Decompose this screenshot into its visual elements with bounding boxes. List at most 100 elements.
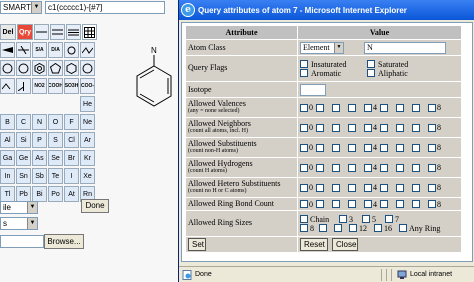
checkbox[interactable]	[300, 200, 308, 208]
ring-size-option[interactable]: Any Ring	[399, 224, 440, 233]
element-button[interactable]: P	[32, 132, 47, 148]
element-button[interactable]: Si	[16, 132, 31, 148]
checkbox[interactable]	[428, 103, 436, 112]
checkbox[interactable]	[428, 123, 436, 132]
checkbox[interactable]	[374, 224, 382, 232]
checkbox[interactable]	[334, 224, 342, 232]
checkbox[interactable]	[348, 123, 356, 132]
single-aromatic-button[interactable]: S/A	[32, 42, 47, 58]
count-option[interactable]: 4	[364, 163, 378, 172]
count-option[interactable]	[412, 123, 426, 132]
checkbox[interactable]	[412, 123, 420, 132]
file-type-select[interactable]: s ▼	[0, 217, 38, 230]
chain-bond-icon[interactable]	[80, 42, 95, 58]
query-button[interactable]: Qry	[17, 24, 33, 40]
double-bond-icon[interactable]	[50, 24, 65, 40]
checkbox[interactable]	[300, 60, 308, 68]
checkbox[interactable]	[396, 123, 404, 132]
checkbox[interactable]	[367, 60, 375, 68]
checkbox[interactable]	[316, 143, 324, 152]
checkbox[interactable]	[316, 183, 324, 192]
element-button[interactable]: Te	[48, 168, 63, 184]
checkbox[interactable]	[316, 200, 324, 208]
cyclobutane-icon[interactable]	[16, 60, 31, 76]
checkbox[interactable]	[380, 183, 388, 192]
checkbox[interactable]	[316, 163, 324, 172]
checkbox[interactable]	[332, 183, 340, 192]
checkbox[interactable]	[380, 103, 388, 112]
count-option[interactable]	[396, 183, 410, 192]
checkbox[interactable]	[300, 69, 308, 77]
count-option[interactable]: 0	[300, 183, 314, 192]
element-button[interactable]: Tl	[0, 186, 15, 202]
count-option[interactable]: 0	[300, 123, 314, 132]
count-option[interactable]	[348, 183, 362, 192]
checkbox[interactable]	[339, 215, 347, 223]
checkbox[interactable]	[348, 163, 356, 172]
checkbox[interactable]	[300, 103, 308, 112]
count-option[interactable]	[332, 183, 346, 192]
element-button[interactable]: Se	[48, 150, 63, 166]
count-option[interactable]	[380, 183, 394, 192]
sulfonic-button[interactable]: SO3H	[64, 78, 79, 94]
count-option[interactable]	[348, 103, 362, 112]
count-option[interactable]	[348, 123, 362, 132]
element-button[interactable]: Br	[64, 150, 79, 166]
checkbox[interactable]	[364, 143, 372, 152]
count-option[interactable]	[332, 123, 346, 132]
element-button[interactable]: B	[0, 114, 15, 130]
element-button[interactable]: Cl	[64, 132, 79, 148]
checkbox[interactable]	[412, 200, 420, 208]
query-flag-saturated[interactable]: Saturated	[367, 60, 408, 69]
cyclopropane-icon[interactable]	[0, 60, 15, 76]
smarts-format-select[interactable]: SMARTS ▼	[0, 0, 42, 14]
cross-bond-icon[interactable]	[16, 42, 31, 58]
checkbox[interactable]	[348, 143, 356, 152]
checkbox[interactable]	[364, 103, 372, 112]
checkbox[interactable]	[319, 224, 327, 232]
checkbox[interactable]	[396, 183, 404, 192]
ring-size-option[interactable]: 12	[349, 224, 371, 233]
count-option[interactable]	[332, 103, 346, 112]
count-option[interactable]	[412, 163, 426, 172]
checkbox[interactable]	[300, 143, 308, 152]
chain-icon[interactable]	[0, 78, 15, 94]
ring-size-option[interactable]: 5	[362, 215, 382, 224]
count-option[interactable]	[348, 163, 362, 172]
checkbox[interactable]	[362, 215, 370, 223]
count-option[interactable]: 0	[300, 143, 314, 152]
checkbox[interactable]	[316, 103, 324, 112]
ring-size-option[interactable]	[334, 224, 346, 233]
count-option[interactable]	[380, 143, 394, 152]
count-option[interactable]	[316, 183, 330, 192]
element-button[interactable]: Pb	[16, 186, 31, 202]
element-button[interactable]: Ge	[16, 150, 31, 166]
count-option[interactable]: 0	[300, 103, 314, 112]
checkbox[interactable]	[332, 200, 340, 208]
checkbox[interactable]	[300, 123, 308, 132]
checkbox[interactable]	[380, 200, 388, 208]
checkbox[interactable]	[396, 143, 404, 152]
double-aromatic-button[interactable]: D/A	[48, 42, 63, 58]
count-option[interactable]: 4	[364, 183, 378, 192]
element-button[interactable]: C	[16, 114, 31, 130]
checkbox[interactable]	[332, 123, 340, 132]
triple-bond-icon[interactable]	[66, 24, 81, 40]
checkbox[interactable]	[396, 200, 404, 208]
count-option[interactable]	[412, 183, 426, 192]
checkbox[interactable]	[364, 200, 372, 208]
element-button[interactable]: I	[64, 168, 79, 184]
checkbox[interactable]	[300, 224, 308, 232]
checkbox[interactable]	[300, 183, 308, 192]
checkbox[interactable]	[428, 143, 436, 152]
count-option[interactable]	[332, 163, 346, 172]
nitro-button[interactable]: NO2	[32, 78, 47, 94]
checkbox[interactable]	[412, 103, 420, 112]
count-option[interactable]: 0	[300, 200, 314, 209]
close-button[interactable]: Close	[332, 238, 358, 251]
count-option[interactable]	[316, 103, 330, 112]
reset-button[interactable]: Reset	[300, 238, 328, 251]
carboxyl-button[interactable]: COOH	[48, 78, 63, 94]
element-button[interactable]: Xe	[80, 168, 95, 184]
element-button[interactable]: Bi	[32, 186, 47, 202]
